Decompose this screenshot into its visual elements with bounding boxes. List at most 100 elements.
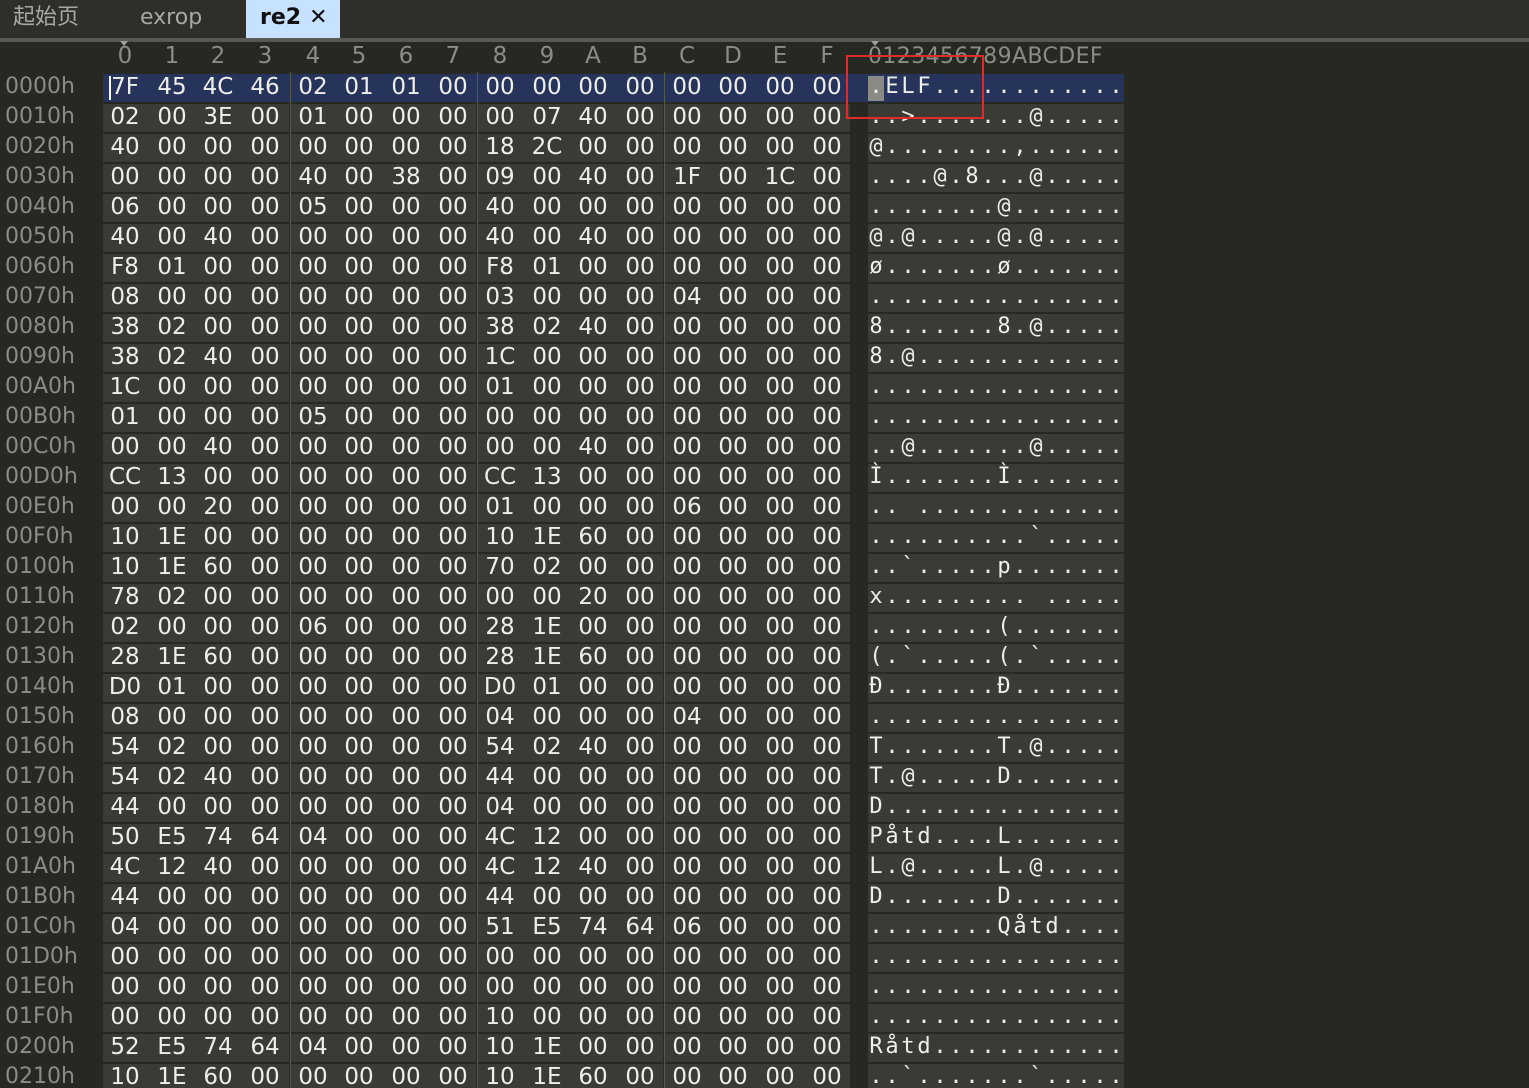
hex-byte-cell[interactable]: 00 (386, 463, 426, 491)
ascii-char-cell[interactable]: @ (900, 763, 916, 791)
hex-byte-cell[interactable]: 02 (152, 343, 192, 371)
hex-byte-cell[interactable]: 00 (760, 793, 800, 821)
ascii-char-cell[interactable]: L (868, 853, 884, 881)
hex-byte-cell[interactable]: 00 (480, 103, 520, 131)
ascii-char-cell[interactable]: . (1028, 943, 1044, 971)
hex-byte-cell[interactable]: 00 (573, 283, 613, 311)
hex-byte-cell[interactable]: 00 (760, 673, 800, 701)
ascii-char-cell[interactable]: . (964, 1063, 980, 1088)
hex-byte-cell[interactable]: 00 (760, 493, 800, 521)
ascii-char-cell[interactable]: . (1012, 1033, 1028, 1061)
hex-byte-cell[interactable]: 00 (386, 883, 426, 911)
ascii-char-cell[interactable]: . (948, 493, 964, 521)
ascii-char-cell[interactable]: . (1012, 73, 1028, 101)
hex-byte-cell[interactable]: 00 (293, 133, 333, 161)
hex-byte-cell[interactable]: 00 (760, 1003, 800, 1031)
ascii-char-cell[interactable]: . (1108, 853, 1124, 881)
ascii-char-cell[interactable]: . (916, 643, 932, 671)
ascii-char-cell[interactable]: . (996, 103, 1012, 131)
hex-byte-cell[interactable]: 00 (339, 673, 379, 701)
ascii-char-cell[interactable]: . (932, 223, 948, 251)
ascii-char-cell[interactable]: . (1092, 733, 1108, 761)
ascii-char-cell[interactable]: . (1028, 553, 1044, 581)
hex-byte-cell[interactable]: 00 (433, 73, 473, 101)
ascii-char-cell[interactable]: . (1076, 133, 1092, 161)
hex-byte-cell[interactable]: 00 (713, 253, 753, 281)
ascii-char-cell[interactable]: . (996, 493, 1012, 521)
ascii-char-cell[interactable]: . (884, 613, 900, 641)
ascii-char-cell[interactable]: . (1092, 763, 1108, 791)
hex-byte-cell[interactable]: 00 (433, 313, 473, 341)
ascii-char-cell[interactable]: . (1044, 73, 1060, 101)
hex-byte-cell[interactable]: 00 (573, 793, 613, 821)
ascii-char-cell[interactable]: . (980, 673, 996, 701)
hex-byte-cell[interactable]: 00 (713, 523, 753, 551)
hex-byte-cell[interactable]: 00 (573, 823, 613, 851)
hex-byte-cell[interactable]: 00 (198, 733, 238, 761)
hex-byte-cell[interactable]: 00 (433, 523, 473, 551)
hex-byte-cell[interactable]: 00 (245, 973, 285, 1001)
ascii-char-cell[interactable]: . (1076, 553, 1092, 581)
ascii-char-cell[interactable]: . (1060, 583, 1076, 611)
ascii-char-cell[interactable]: . (884, 643, 900, 671)
hex-byte-cell[interactable]: 00 (339, 583, 379, 611)
hex-byte-cell[interactable]: 00 (339, 943, 379, 971)
hex-byte-cell[interactable]: 00 (620, 433, 660, 461)
hex-byte-cell[interactable]: 00 (620, 223, 660, 251)
hex-byte-cell[interactable]: 00 (339, 613, 379, 641)
ascii-char-cell[interactable]: . (948, 643, 964, 671)
ascii-char-cell[interactable]: @ (900, 853, 916, 881)
hex-byte-cell[interactable]: 00 (245, 343, 285, 371)
hex-byte-cell[interactable]: 00 (573, 1003, 613, 1031)
hex-byte-cell[interactable]: 00 (527, 1003, 567, 1031)
hex-byte-cell[interactable]: 00 (807, 133, 847, 161)
hex-byte-cell[interactable]: 00 (386, 133, 426, 161)
hex-byte-cell[interactable]: 00 (573, 493, 613, 521)
hex-byte-cell[interactable]: 2C (527, 133, 567, 161)
ascii-char-cell[interactable]: . (1012, 553, 1028, 581)
ascii-char-cell[interactable]: . (964, 313, 980, 341)
hex-byte-cell[interactable]: 00 (713, 373, 753, 401)
ascii-char-cell[interactable]: . (916, 433, 932, 461)
ascii-char-cell[interactable]: . (1044, 883, 1060, 911)
hex-byte-cell[interactable]: 00 (620, 343, 660, 371)
ascii-char-cell[interactable]: L (996, 823, 1012, 851)
hex-byte-cell[interactable]: 00 (713, 163, 753, 191)
hex-byte-cell[interactable]: 1E (152, 1063, 192, 1088)
ascii-char-cell[interactable]: . (916, 193, 932, 221)
close-icon[interactable]: ✕ (309, 0, 327, 36)
hex-byte-cell[interactable]: 00 (480, 73, 520, 101)
ascii-char-cell[interactable]: . (932, 433, 948, 461)
hex-byte-cell[interactable]: 44 (480, 883, 520, 911)
ascii-char-cell[interactable]: . (1092, 643, 1108, 671)
hex-byte-cell[interactable]: 03 (480, 283, 520, 311)
hex-byte-cell[interactable]: 00 (152, 493, 192, 521)
hex-byte-cell[interactable]: 00 (198, 703, 238, 731)
hex-byte-cell[interactable]: 00 (293, 283, 333, 311)
ascii-char-cell[interactable]: . (1012, 283, 1028, 311)
ascii-char-cell[interactable]: . (868, 523, 884, 551)
ascii-char-cell[interactable]: . (980, 103, 996, 131)
ascii-char-cell[interactable]: . (948, 973, 964, 1001)
ascii-char-cell[interactable]: . (1012, 463, 1028, 491)
hex-byte-cell[interactable]: 00 (152, 193, 192, 221)
hex-byte-cell[interactable]: 00 (667, 793, 707, 821)
ascii-char-cell[interactable]: . (1060, 673, 1076, 701)
ascii-char-cell[interactable]: . (964, 73, 980, 101)
hex-byte-cell[interactable]: 00 (760, 223, 800, 251)
ascii-char-cell[interactable]: . (980, 373, 996, 401)
ascii-char-cell[interactable]: . (964, 613, 980, 641)
ascii-char-cell[interactable]: . (1060, 883, 1076, 911)
ascii-char-cell[interactable]: . (900, 673, 916, 701)
hex-byte-cell[interactable]: 00 (807, 223, 847, 251)
hex-byte-cell[interactable]: 00 (152, 283, 192, 311)
ascii-char-cell[interactable]: . (980, 313, 996, 341)
hex-byte-cell[interactable]: E5 (152, 1033, 192, 1061)
ascii-char-cell[interactable]: . (1060, 613, 1076, 641)
hex-byte-cell[interactable]: 00 (245, 553, 285, 581)
hex-byte-cell[interactable]: 00 (807, 523, 847, 551)
hex-byte-cell[interactable]: 00 (667, 523, 707, 551)
ascii-char-cell[interactable]: . (1108, 403, 1124, 431)
hex-byte-cell[interactable]: 60 (573, 1063, 613, 1088)
hex-byte-cell[interactable]: 00 (433, 673, 473, 701)
